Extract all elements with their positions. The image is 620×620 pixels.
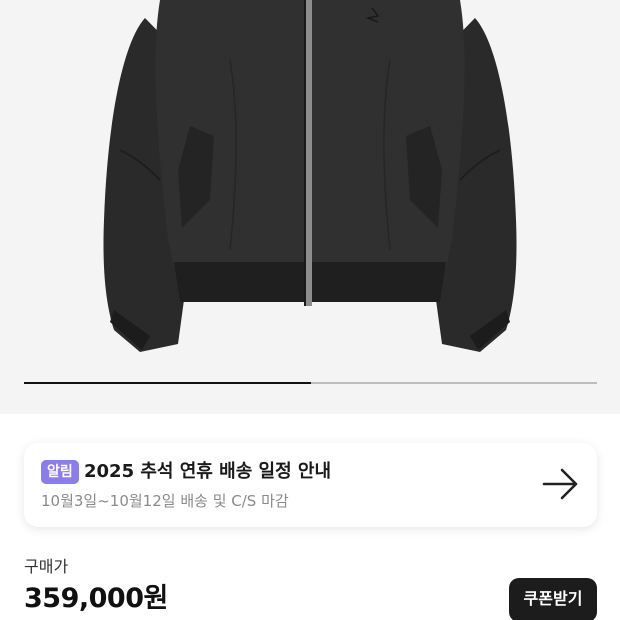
gallery-progress-bar[interactable] — [24, 382, 597, 384]
notice-subtitle: 10월3일~10월12일 배송 및 C/S 마감 — [41, 492, 289, 510]
price-value: 359,000원 — [24, 583, 168, 614]
notice-title: 2025 추석 연휴 배송 일정 안내 — [84, 461, 332, 482]
get-coupon-button[interactable]: 쿠폰받기 — [509, 578, 597, 620]
product-page: 알림 2025 추석 연휴 배송 일정 안내 10월3일~10월12일 배송 및… — [0, 0, 620, 620]
gallery-progress-fill — [24, 382, 311, 384]
arrow-right-icon[interactable] — [542, 467, 580, 501]
product-image-area[interactable] — [0, 0, 620, 414]
product-jacket-image — [103, 0, 517, 352]
price-label: 구매가 — [24, 557, 69, 576]
notice-badge: 알림 — [41, 460, 79, 484]
holiday-shipping-notice[interactable]: 알림 2025 추석 연휴 배송 일정 안내 10월3일~10월12일 배송 및… — [24, 443, 597, 527]
